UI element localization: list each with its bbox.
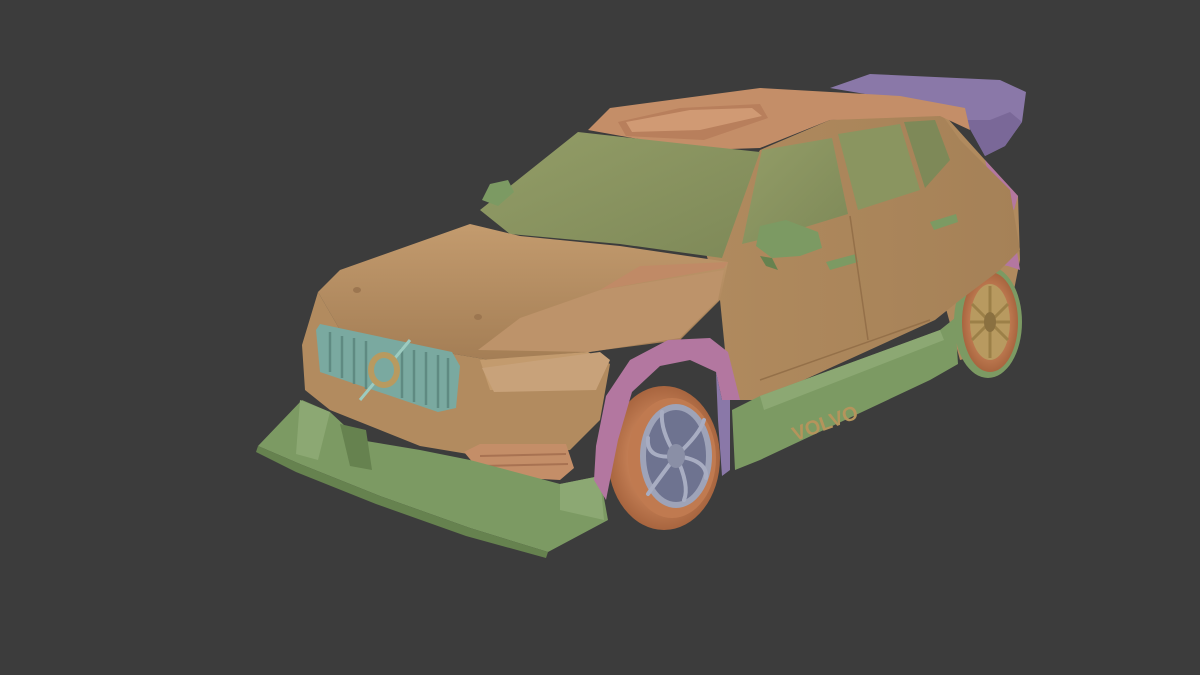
car-model-render: VOLVO — [256, 74, 1026, 558]
3d-viewport[interactable]: VOLVO — [0, 0, 1200, 675]
